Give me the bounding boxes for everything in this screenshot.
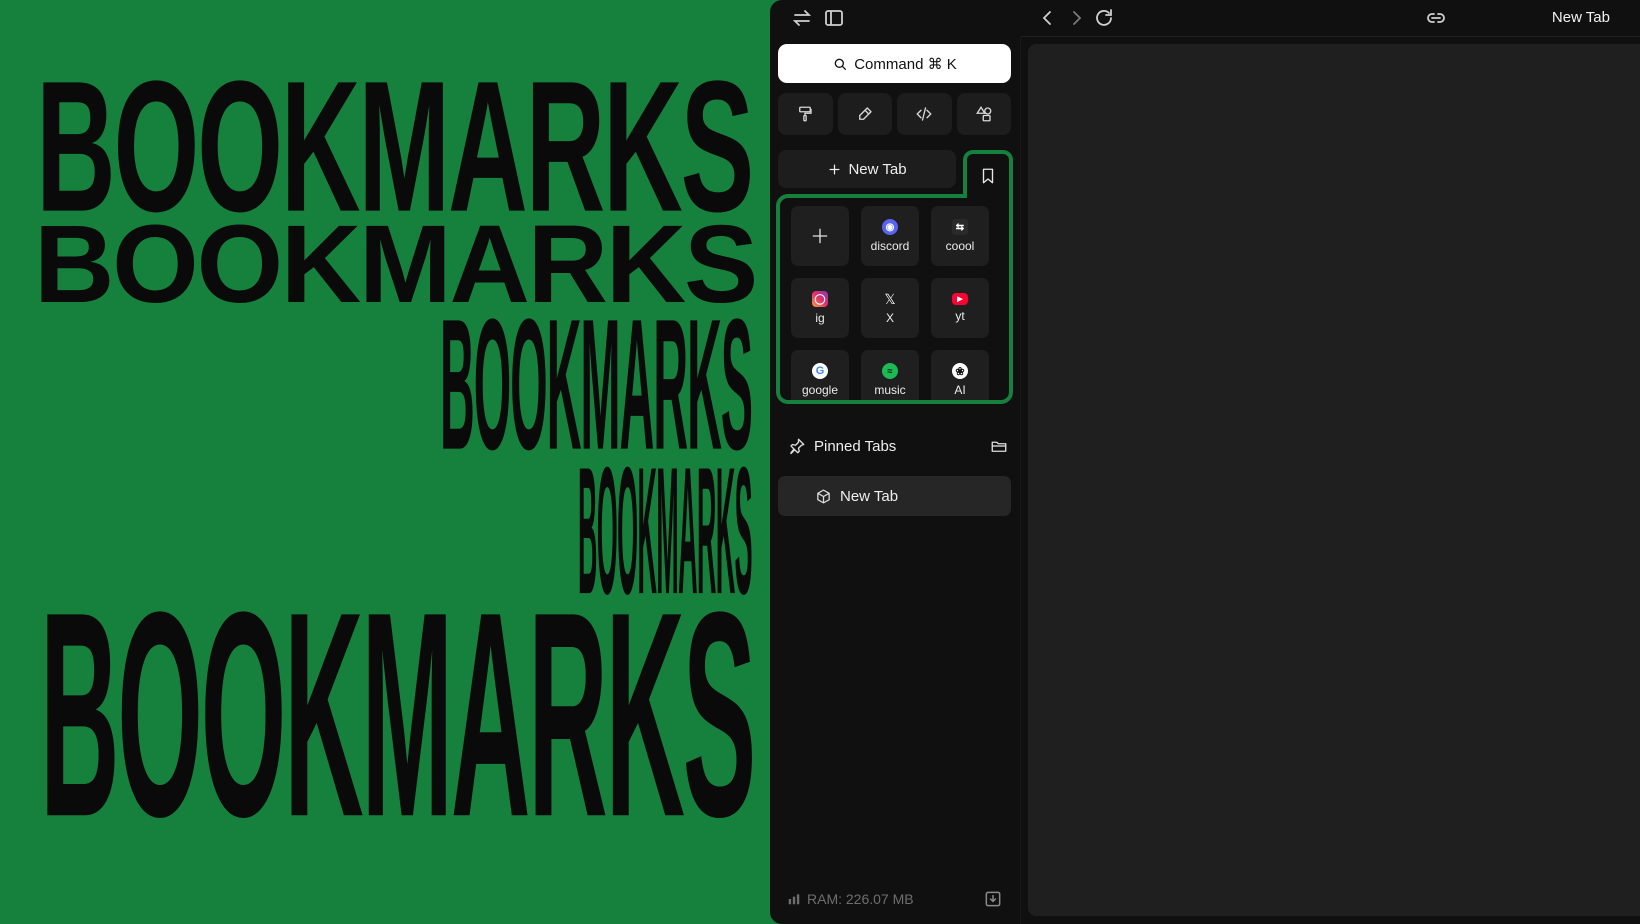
divider [1020,36,1021,924]
back-icon[interactable] [1036,6,1060,30]
bookmark-item[interactable]: ⇆ coool [931,206,989,266]
bookmark-item[interactable]: ❀ AI [931,350,989,400]
swap-icon[interactable] [790,6,814,30]
pinned-tabs-header[interactable]: Pinned Tabs [788,434,1008,458]
bookmark-label: coool [945,239,975,253]
sidebar: Command ⌘ K New Tab ◉ discord ⇆ coool ◯ … [770,36,1020,924]
command-label: Command ⌘ K [854,55,957,73]
promo-area: BOOKMARKS BOOKMARKS BOOKMARKS BOOKMARKS … [0,0,770,924]
openai-icon: ❀ [952,363,968,379]
search-icon [834,58,847,70]
bookmark-icon [982,168,994,184]
reload-icon[interactable] [1092,6,1116,30]
bookmark-item[interactable]: ◉ discord [861,206,919,266]
bookmark-label: yt [955,309,965,323]
toolbar: New Tab [770,0,1640,36]
bookmarks-grid: ◉ discord ⇆ coool ◯ ig 𝕏 X ▶ yt G google… [791,206,1009,400]
bookmarks-toggle[interactable] [963,150,1013,198]
bookmark-label: AI [954,383,966,397]
bookmark-item[interactable]: ▶ yt [931,278,989,338]
bookmark-item[interactable]: ◯ ig [791,278,849,338]
ram-label: RAM: 226.07 MB [807,891,914,907]
new-tab-button[interactable]: New Tab [778,150,956,188]
browser-window: New Tab Command ⌘ K New Tab ◉ discord ⇆ … [770,0,1640,924]
bookmark-item[interactable]: G google [791,350,849,400]
plus-icon [812,228,828,244]
pinned-tab-item[interactable]: New Tab [778,476,1011,516]
new-tab-label: New Tab [848,160,907,178]
pen-button[interactable] [837,93,892,135]
pen-icon [858,107,872,120]
divider [1020,36,1640,37]
download-icon[interactable] [983,889,1003,909]
pin-icon [790,438,805,455]
plus-icon [829,164,840,174]
shapes-button[interactable] [956,93,1011,135]
shapes-icon [975,105,992,122]
sidebar-toggle-icon[interactable] [822,6,846,30]
folder-icon[interactable] [990,437,1008,455]
promo-word: BOOKMARKS [40,552,756,880]
bookmark-label: ig [815,311,825,325]
spotify-icon: ≈ [882,363,898,379]
web-content[interactable] [1028,44,1640,916]
bar-chart-icon [788,894,800,905]
pinned-tabs-label: Pinned Tabs [814,437,897,455]
discord-icon: ◉ [882,219,898,235]
code-icon [916,107,932,121]
instagram-icon: ◯ [812,291,828,307]
bookmark-label: music [874,383,906,397]
google-icon: G [812,363,828,379]
bookmark-label: google [801,383,839,397]
bookmark-label: discord [870,239,910,253]
bookmark-label: X [885,311,894,325]
link-icon[interactable] [1424,6,1448,30]
paint-roller-button[interactable] [778,93,833,135]
code-button[interactable] [897,93,952,135]
tool-row [778,93,1011,135]
youtube-icon: ▶ [952,293,968,305]
tab-title: New Tab [1551,9,1610,26]
cube-icon [817,488,830,504]
add-bookmark-button[interactable] [791,206,849,266]
command-button[interactable]: Command ⌘ K [778,44,1011,83]
x-icon: 𝕏 [884,290,896,307]
bookmark-item[interactable]: ≈ music [861,350,919,400]
swap-icon: ⇆ [952,219,968,235]
bookmarks-panel: ◉ discord ⇆ coool ◯ ig 𝕏 X ▶ yt G google… [776,194,1013,404]
bookmark-item[interactable]: 𝕏 X [861,278,919,338]
ram-usage: RAM: 226.07 MB [787,891,914,907]
forward-icon[interactable] [1064,6,1088,30]
pinned-tab-label: New Tab [840,487,899,505]
paint-roller-icon [799,106,812,122]
